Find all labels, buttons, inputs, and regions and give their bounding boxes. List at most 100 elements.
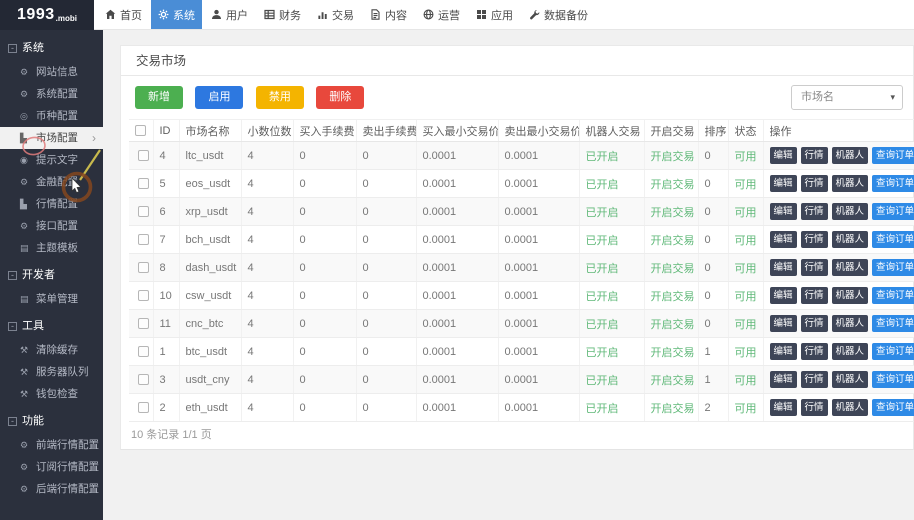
market-name-select[interactable]: 市场名 ▾ <box>791 85 903 110</box>
nav-system[interactable]: 系统 <box>151 0 202 29</box>
row-checkbox[interactable] <box>138 346 149 357</box>
query-order-button[interactable]: 查询订单 <box>872 371 914 388</box>
market-quote-button[interactable]: 行情 <box>801 231 828 248</box>
robot-button[interactable]: 机器人 <box>832 399 869 416</box>
edit-button[interactable]: 编辑 <box>770 259 797 276</box>
gear-icon: ⚙ <box>20 216 32 238</box>
sidebar-item-backend-quote-config[interactable]: ⚙后端行情配置 <box>0 478 103 500</box>
app-logo[interactable]: 1993 .mobi <box>0 0 94 30</box>
query-order-button[interactable]: 查询订单 <box>872 315 914 332</box>
row-checkbox[interactable] <box>138 318 149 329</box>
market-quote-button[interactable]: 行情 <box>801 147 828 164</box>
sidebar-item-wallet-check[interactable]: ⚒钱包检查 <box>0 383 103 405</box>
table-cell: 开启交易 <box>644 142 698 170</box>
query-order-button[interactable]: 查询订单 <box>872 343 914 360</box>
chart-icon: ▙ <box>20 128 32 150</box>
row-checkbox[interactable] <box>138 234 149 245</box>
sidebar-section-system[interactable]: - 系统 <box>0 36 103 61</box>
market-table-body: 4ltc_usdt4000.00010.0001已开启开启交易0可用编辑行情机器… <box>129 142 914 422</box>
edit-button[interactable]: 编辑 <box>770 343 797 360</box>
row-checkbox[interactable] <box>138 290 149 301</box>
sidebar-item-server-queue[interactable]: ⚒服务器队列 <box>0 361 103 383</box>
sidebar-item-market-config[interactable]: ▙市场配置› <box>0 127 103 149</box>
sidebar-section-developer[interactable]: - 开发者 <box>0 263 103 288</box>
delete-button[interactable]: 删除 <box>316 86 364 109</box>
nav-backup[interactable]: 数据备份 <box>522 0 595 29</box>
sidebar-item-finance-config[interactable]: ⚙金融配置 <box>0 171 103 193</box>
nav-apps[interactable]: 应用 <box>469 0 520 29</box>
edit-button[interactable]: 编辑 <box>770 371 797 388</box>
query-order-button[interactable]: 查询订单 <box>872 399 914 416</box>
nav-label: 数据备份 <box>544 7 588 23</box>
nav-users[interactable]: 用户 <box>204 0 255 29</box>
market-quote-button[interactable]: 行情 <box>801 399 828 416</box>
robot-button[interactable]: 机器人 <box>832 203 869 220</box>
item-label: 清除缓存 <box>36 344 78 356</box>
row-checkbox[interactable] <box>138 178 149 189</box>
nav-finance[interactable]: 财务 <box>257 0 308 29</box>
market-quote-button[interactable]: 行情 <box>801 371 828 388</box>
table-cell: 开启交易 <box>644 338 698 366</box>
row-checkbox[interactable] <box>138 374 149 385</box>
query-order-button[interactable]: 查询订单 <box>872 203 914 220</box>
nav-trade[interactable]: 交易 <box>310 0 361 29</box>
enable-button[interactable]: 启用 <box>195 86 243 109</box>
market-quote-button[interactable]: 行情 <box>801 287 828 304</box>
edit-button[interactable]: 编辑 <box>770 203 797 220</box>
sidebar-item-subscribe-quote-config[interactable]: ⚙订阅行情配置 <box>0 456 103 478</box>
robot-button[interactable]: 机器人 <box>832 175 869 192</box>
sidebar-item-frontend-quote-config[interactable]: ⚙前端行情配置 <box>0 434 103 456</box>
home-icon <box>105 9 116 20</box>
col-buy-fee: 买入手续费 <box>293 120 356 142</box>
table-cell: 0 <box>698 310 728 338</box>
sidebar-item-theme-template[interactable]: ▤主题模板 <box>0 237 103 259</box>
market-quote-button[interactable]: 行情 <box>801 315 828 332</box>
robot-button[interactable]: 机器人 <box>832 259 869 276</box>
target-icon: ◎ <box>20 106 32 128</box>
edit-button[interactable]: 编辑 <box>770 147 797 164</box>
sidebar-item-site-info[interactable]: ⚙网站信息 <box>0 61 103 83</box>
query-order-button[interactable]: 查询订单 <box>872 147 914 164</box>
sidebar-section-tools[interactable]: - 工具 <box>0 314 103 339</box>
add-button[interactable]: 新增 <box>135 86 183 109</box>
sidebar-section-functions[interactable]: - 功能 <box>0 409 103 434</box>
market-quote-button[interactable]: 行情 <box>801 175 828 192</box>
robot-button[interactable]: 机器人 <box>832 287 869 304</box>
robot-button[interactable]: 机器人 <box>832 371 869 388</box>
row-checkbox[interactable] <box>138 262 149 273</box>
edit-button[interactable]: 编辑 <box>770 175 797 192</box>
query-order-button[interactable]: 查询订单 <box>872 259 914 276</box>
row-checkbox[interactable] <box>138 150 149 161</box>
robot-button[interactable]: 机器人 <box>832 231 869 248</box>
edit-button[interactable]: 编辑 <box>770 315 797 332</box>
edit-button[interactable]: 编辑 <box>770 231 797 248</box>
sidebar-item-menu-management[interactable]: ▤菜单管理 <box>0 288 103 310</box>
nav-home[interactable]: 首页 <box>98 0 149 29</box>
robot-button[interactable]: 机器人 <box>832 147 869 164</box>
query-order-button[interactable]: 查询订单 <box>872 175 914 192</box>
sidebar-item-coin-config[interactable]: ◎币种配置 <box>0 105 103 127</box>
table-row: 1btc_usdt4000.00010.0001已开启开启交易1可用编辑行情机器… <box>129 338 914 366</box>
sidebar-item-quote-config[interactable]: ▙行情配置 <box>0 193 103 215</box>
query-order-button[interactable]: 查询订单 <box>872 231 914 248</box>
table-row: 4ltc_usdt4000.00010.0001已开启开启交易0可用编辑行情机器… <box>129 142 914 170</box>
market-quote-button[interactable]: 行情 <box>801 343 828 360</box>
sidebar-item-api-config[interactable]: ⚙接口配置 <box>0 215 103 237</box>
robot-button[interactable]: 机器人 <box>832 315 869 332</box>
robot-button[interactable]: 机器人 <box>832 343 869 360</box>
select-all-checkbox[interactable] <box>135 125 146 136</box>
nav-content[interactable]: 内容 <box>363 0 414 29</box>
row-checkbox[interactable] <box>138 402 149 413</box>
query-order-button[interactable]: 查询订单 <box>872 287 914 304</box>
nav-operations[interactable]: 运营 <box>416 0 467 29</box>
sidebar-item-system-config[interactable]: ⚙系统配置 <box>0 83 103 105</box>
gear-icon: ⚙ <box>20 457 32 479</box>
sidebar-item-prompt-text[interactable]: ◉提示文字 <box>0 149 103 171</box>
disable-button[interactable]: 禁用 <box>256 86 304 109</box>
row-checkbox[interactable] <box>138 206 149 217</box>
edit-button[interactable]: 编辑 <box>770 287 797 304</box>
market-quote-button[interactable]: 行情 <box>801 259 828 276</box>
market-quote-button[interactable]: 行情 <box>801 203 828 220</box>
edit-button[interactable]: 编辑 <box>770 399 797 416</box>
sidebar-item-clear-cache[interactable]: ⚒清除缓存 <box>0 339 103 361</box>
